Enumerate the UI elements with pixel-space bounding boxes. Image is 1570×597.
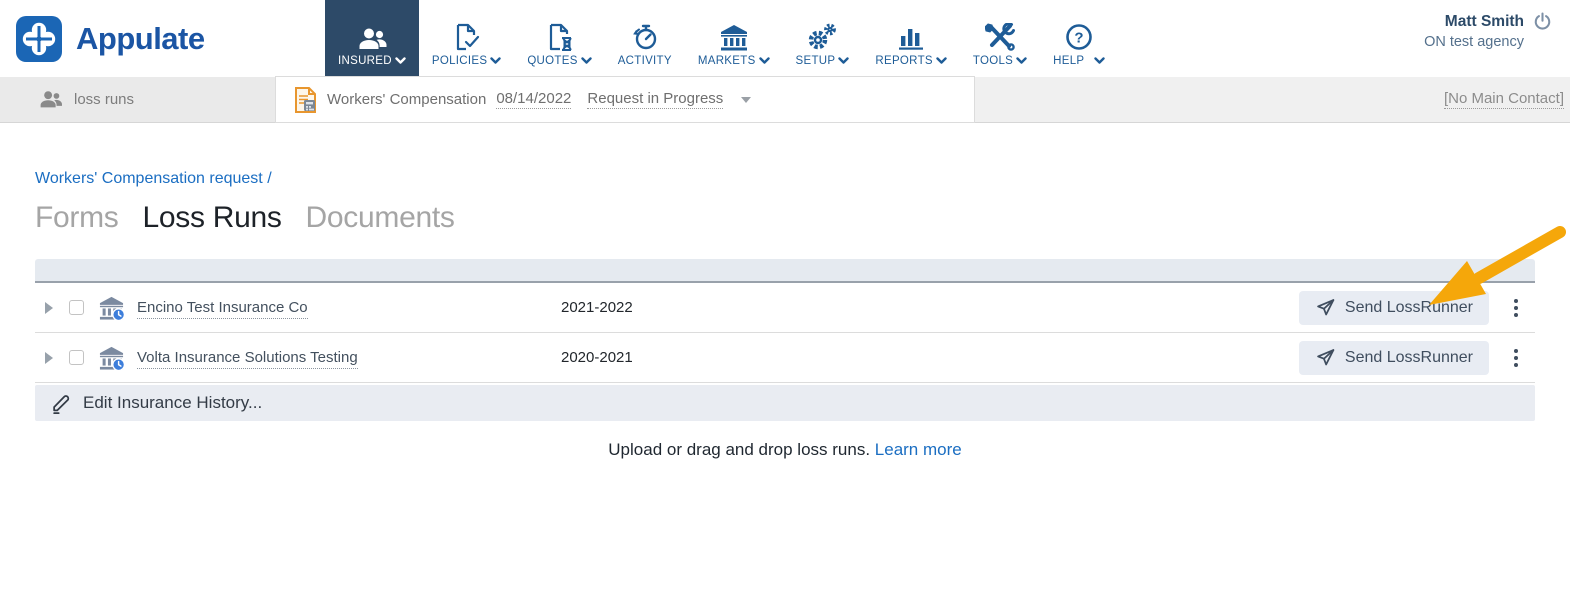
request-title: Workers' Compensation (327, 91, 486, 108)
nav-policies-label: POLICIES (432, 55, 487, 67)
nav-activity-label: ACTIVITY (618, 55, 672, 67)
row-menu-kebab-icon[interactable] (1501, 343, 1531, 373)
send-lossrunner-label: Send LossRunner (1345, 299, 1473, 317)
nav-reports[interactable]: REPORTS (862, 0, 959, 77)
chevron-down-icon (1094, 57, 1105, 65)
doc-hourglass-icon (547, 21, 573, 51)
nav-reports-label: REPORTS (875, 55, 932, 67)
nav-policies[interactable]: POLICIES (419, 0, 514, 77)
pencil-icon (50, 392, 72, 414)
carrier-name-link[interactable]: Volta Insurance Solutions Testing (137, 349, 358, 369)
nav-insured[interactable]: INSURED (325, 0, 419, 77)
clover-icon (16, 16, 62, 62)
loss-run-row: Encino Test Insurance Co 2021-2022 Send … (35, 283, 1535, 333)
send-lossrunner-label: Send LossRunner (1345, 349, 1473, 367)
nav-tools-label: TOOLS (973, 55, 1013, 67)
tab-documents[interactable]: Documents (306, 201, 455, 235)
top-header: Appulate INSURED POLICIES (0, 0, 1570, 77)
tab-bar: Forms Loss Runs Documents (35, 201, 1535, 235)
send-lossrunner-button[interactable]: Send LossRunner (1299, 341, 1489, 375)
send-icon (1315, 347, 1336, 368)
request-date[interactable]: 08/14/2022 (496, 90, 571, 109)
workers-comp-doc-icon (294, 87, 317, 113)
gears-icon (807, 21, 837, 51)
appulate-app: Appulate INSURED POLICIES (0, 0, 1570, 597)
user-name[interactable]: Matt Smith (1445, 13, 1524, 31)
svg-text:?: ? (1074, 30, 1083, 47)
nav-tools[interactable]: TOOLS (960, 0, 1040, 77)
brand-name: Appulate (76, 21, 205, 57)
grid-header-band (35, 259, 1535, 283)
context-bar: loss runs Workers' Compensation 08/14/20… (0, 77, 1570, 123)
carrier-name-link[interactable]: Encino Test Insurance Co (137, 299, 308, 319)
breadcrumb[interactable]: Workers' Compensation request / (35, 170, 1535, 188)
expand-row-icon[interactable] (45, 352, 53, 364)
main-nav: INSURED POLICIES QUOTES (325, 0, 1118, 77)
send-lossrunner-button[interactable]: Send LossRunner (1299, 291, 1489, 325)
upload-hint-text: Upload or drag and drop loss runs. (608, 440, 870, 459)
tools-icon (985, 21, 1015, 51)
request-summary-panel: Workers' Compensation 08/14/2022 Request… (275, 76, 975, 123)
main-content: Workers' Compensation request / Forms Lo… (0, 170, 1570, 460)
entity-label: loss runs (74, 91, 134, 108)
main-contact-link[interactable]: [No Main Contact] (1444, 90, 1564, 109)
user-agency: ON test agency (1424, 34, 1552, 50)
nav-markets[interactable]: MARKETS (685, 0, 783, 77)
policy-period: 2020-2021 (561, 349, 1299, 366)
chevron-down-icon (490, 57, 501, 65)
row-menu-kebab-icon[interactable] (1501, 293, 1531, 323)
tab-loss-runs[interactable]: Loss Runs (143, 201, 282, 235)
power-icon[interactable] (1533, 12, 1552, 31)
edit-insurance-history-label: Edit Insurance History... (83, 393, 262, 413)
nav-help-label: HELP (1053, 55, 1084, 67)
chevron-down-icon (1016, 57, 1027, 65)
nav-insured-label: INSURED (338, 55, 392, 67)
loss-run-row: Volta Insurance Solutions Testing 2020-2… (35, 333, 1535, 383)
doc-check-icon (454, 21, 480, 51)
nav-activity[interactable]: ACTIVITY (605, 0, 685, 77)
policy-period: 2021-2022 (561, 299, 1299, 316)
send-icon (1315, 297, 1336, 318)
user-block: Matt Smith ON test agency (1424, 0, 1570, 77)
chevron-down-icon (759, 57, 770, 65)
request-status[interactable]: Request in Progress (587, 90, 723, 109)
edit-insurance-history-button[interactable]: Edit Insurance History... (35, 385, 1535, 421)
nav-markets-label: MARKETS (698, 55, 756, 67)
nav-quotes[interactable]: QUOTES (514, 0, 604, 77)
stopwatch-icon (631, 21, 659, 51)
row-checkbox[interactable] (69, 300, 84, 315)
chevron-down-icon (936, 57, 947, 65)
chevron-down-icon (838, 57, 849, 65)
bank-clock-icon (98, 346, 125, 370)
loss-runs-grid: Encino Test Insurance Co 2021-2022 Send … (35, 259, 1535, 460)
nav-setup[interactable]: SETUP (783, 0, 863, 77)
brand-logo[interactable]: Appulate (0, 0, 325, 77)
bank-clock-icon (98, 296, 125, 320)
people-icon (357, 21, 387, 51)
chevron-down-icon (395, 57, 406, 65)
people-icon (38, 90, 63, 109)
bank-icon (719, 21, 749, 51)
tab-forms[interactable]: Forms (35, 201, 119, 235)
question-circle-icon: ? (1065, 21, 1093, 51)
expand-row-icon[interactable] (45, 302, 53, 314)
nav-setup-label: SETUP (796, 55, 836, 67)
status-dropdown-icon[interactable] (741, 97, 751, 103)
entity-label-area: loss runs (0, 77, 275, 122)
bar-chart-icon (897, 21, 925, 51)
upload-hint: Upload or drag and drop loss runs. Learn… (35, 440, 1535, 460)
row-checkbox[interactable] (69, 350, 84, 365)
learn-more-link[interactable]: Learn more (875, 440, 962, 459)
chevron-down-icon (581, 57, 592, 65)
nav-help[interactable]: ? HELP (1040, 0, 1118, 77)
nav-quotes-label: QUOTES (527, 55, 577, 67)
